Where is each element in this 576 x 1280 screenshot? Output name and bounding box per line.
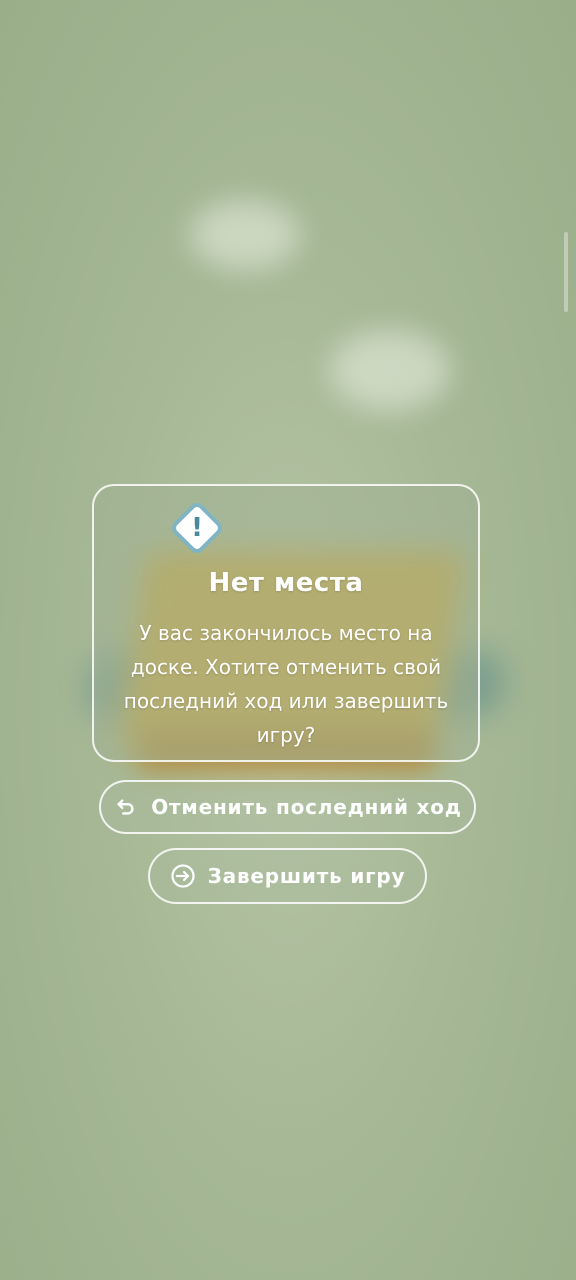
finish-button-label: Завершить игру	[207, 864, 406, 888]
game-screen: ! Нет места У вас закончилось место на д…	[0, 0, 576, 1280]
undo-arrow-icon	[113, 794, 139, 820]
scroll-indicator	[564, 232, 568, 312]
cloud	[330, 330, 450, 410]
dialog-title: Нет места	[208, 568, 364, 598]
exit-arrow-icon	[170, 863, 196, 889]
undo-last-move-button[interactable]: Отменить последний ход	[99, 780, 476, 834]
warning-icon: !	[174, 505, 220, 551]
cloud	[190, 200, 300, 270]
finish-game-button[interactable]: Завершить игру	[148, 848, 427, 904]
dialog-message: У вас закончилось место на доске. Хотите…	[123, 621, 449, 747]
undo-button-label: Отменить последний ход	[151, 795, 462, 819]
